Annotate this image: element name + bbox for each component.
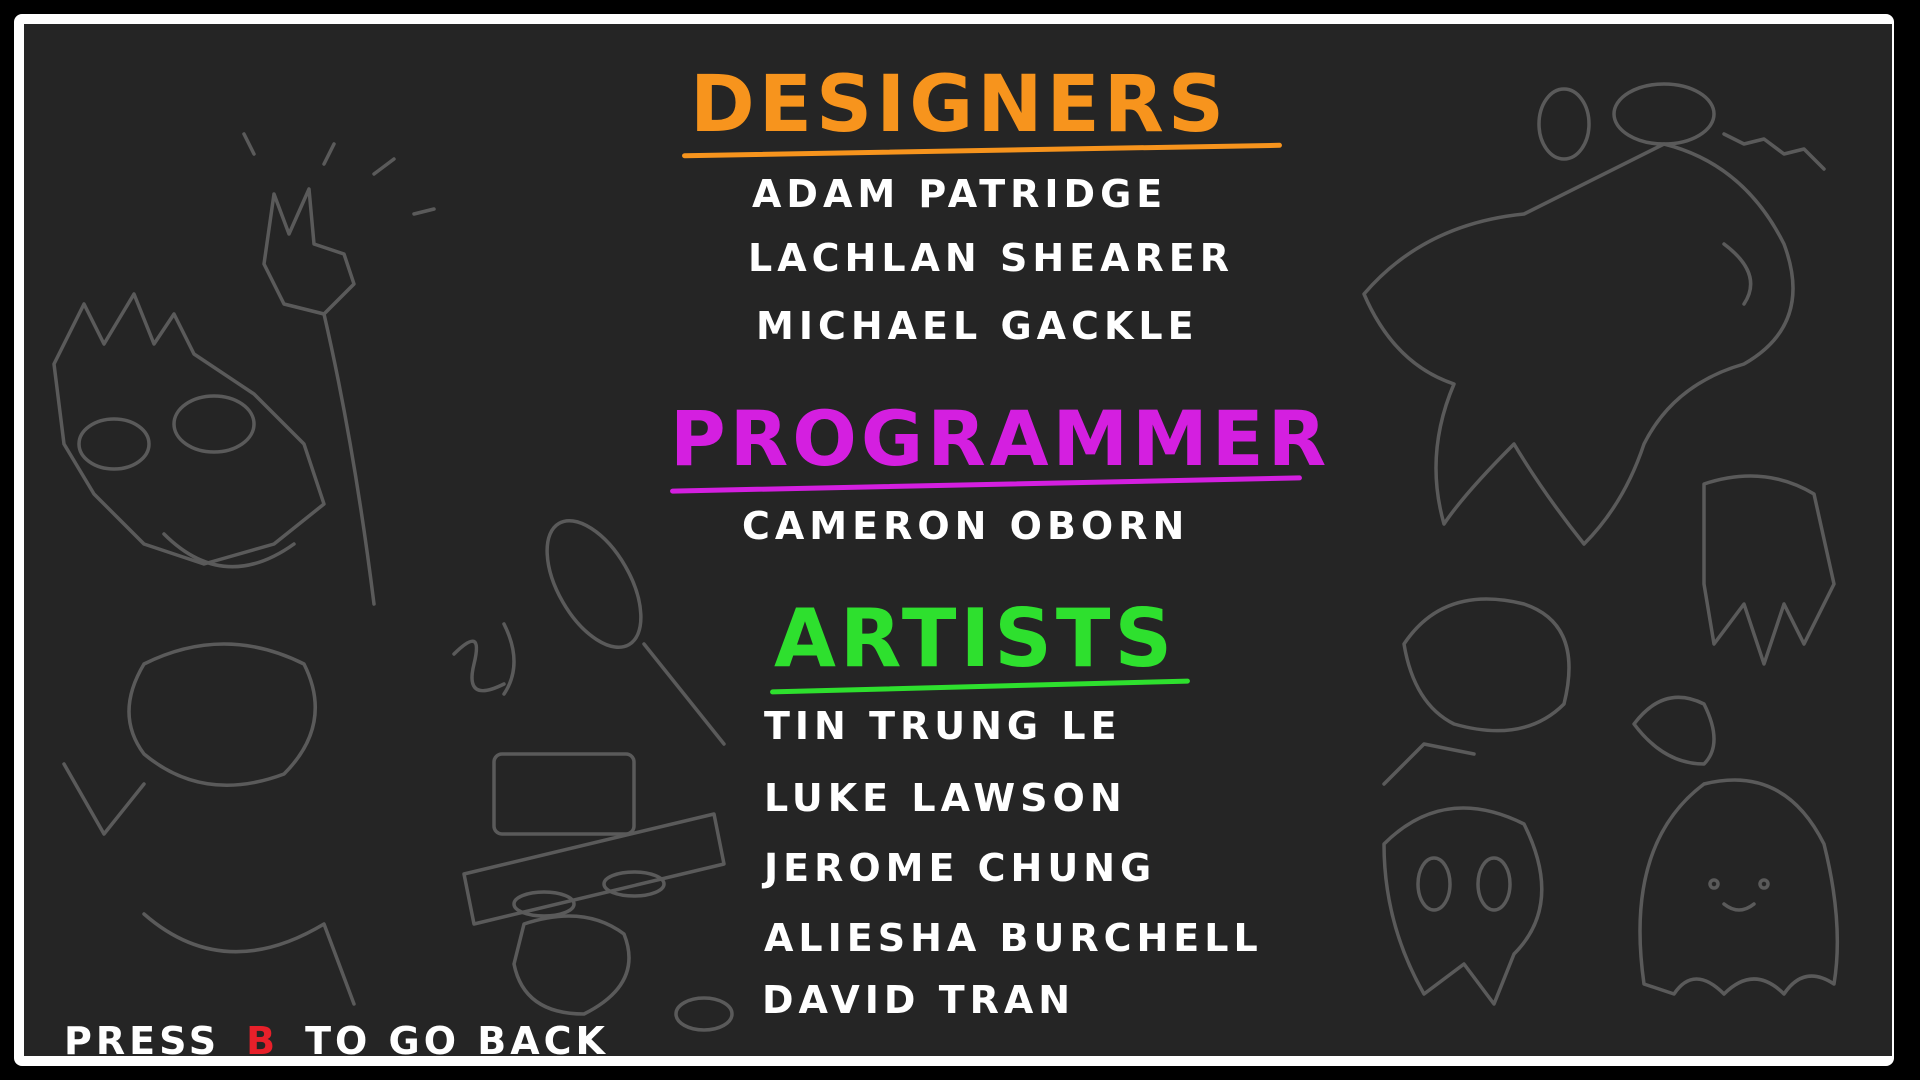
- doodle-ghost: [1638, 778, 1840, 996]
- doodle-eye-left: [77, 417, 151, 471]
- designers-heading: DESIGNERS: [682, 60, 1282, 159]
- artist-name: LUKE LAWSON: [764, 776, 1127, 820]
- doodle-hand: [262, 187, 356, 316]
- artists-heading: ARTISTS: [770, 592, 1190, 695]
- credits-board: DESIGNERS ADAM PATRIDGE LACHLAN SHEARER …: [24, 24, 1892, 1056]
- doodle-eye-right: [172, 394, 256, 454]
- designer-name: MICHAEL GACKLE: [756, 304, 1199, 348]
- doodle-creature-eye: [1612, 82, 1716, 146]
- doodle-smile: [162, 532, 296, 569]
- prompt-press: PRESS: [64, 1019, 221, 1056]
- programmer-heading: PROGRAMMER: [670, 394, 1330, 494]
- programmer-name: CAMERON OBORN: [742, 504, 1190, 548]
- doodle-claw: [1702, 474, 1836, 666]
- doodle-bear: [127, 642, 317, 787]
- doodle-arm: [322, 312, 376, 606]
- doodle-hat: [462, 812, 726, 926]
- designer-name: LACHLAN SHEARER: [748, 236, 1234, 280]
- back-prompt[interactable]: PRESS B TO GO BACK: [64, 1019, 609, 1056]
- b-key-hint[interactable]: B: [246, 1019, 279, 1056]
- artist-name: TIN TRUNG LE: [764, 704, 1122, 748]
- doodle-pan: [545, 519, 643, 649]
- artist-name: ALIESHA BURCHELL: [764, 916, 1263, 960]
- doodle-duck: [1402, 597, 1571, 733]
- artist-name: JEROME CHUNG: [764, 846, 1157, 890]
- doodle-skull: [1382, 806, 1544, 1006]
- doodle-blob-creature: [1362, 142, 1795, 546]
- prompt-rest: TO GO BACK: [305, 1019, 609, 1056]
- designer-name: ADAM PATRIDGE: [752, 172, 1168, 216]
- artist-name: DAVID TRAN: [762, 978, 1076, 1022]
- doodle-spiky-hair: [52, 292, 326, 566]
- doodle-pot: [492, 752, 636, 836]
